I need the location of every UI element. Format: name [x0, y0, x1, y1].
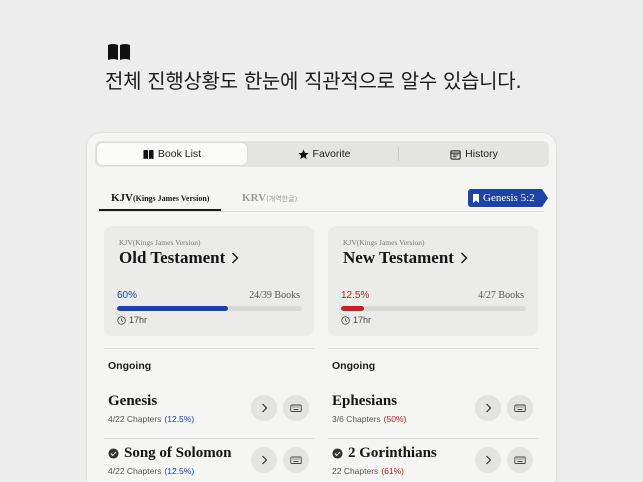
chapters-text: 3/6 Chapters: [332, 414, 381, 424]
card-version: KJV(Kings James Version): [119, 238, 201, 247]
books-count: 24/39 Books: [249, 290, 300, 301]
card-version: KJV(Kings James Version): [343, 238, 425, 247]
clock-icon: [341, 315, 350, 325]
type-mode-button[interactable]: [507, 447, 533, 473]
card-title: Old Testament: [119, 248, 239, 268]
chevron-right-icon: [486, 403, 492, 413]
keyboard-icon: [514, 456, 526, 464]
hero-caption: 전체 진행상황도 한눈에 직관적으로 알수 있습니다.: [105, 69, 522, 93]
tab-label: Book List: [157, 148, 202, 160]
duration-text: 17hr: [353, 315, 372, 325]
app-window: Book List Favorite History KJV(Kings Jam…: [87, 133, 556, 482]
ongoing-book-row[interactable]: Genesis 4/22 Chapters (12.5%): [104, 389, 314, 439]
ongoing-heading: Ongoing: [108, 360, 152, 372]
ongoing-heading: Ongoing: [332, 360, 376, 372]
open-book-button[interactable]: [475, 395, 501, 421]
duration-text: 17hr: [129, 315, 148, 325]
open-book-button[interactable]: [475, 447, 501, 473]
book-title-text: Song of Solomon: [124, 445, 232, 461]
chapters-percent: (50%): [383, 414, 407, 424]
book-title: Ephesians: [332, 393, 397, 410]
type-mode-button[interactable]: [283, 447, 309, 473]
type-mode-button[interactable]: [283, 395, 309, 421]
chevron-right-icon: [262, 455, 268, 465]
old-testament-card[interactable]: KJV(Kings James Version) Old Testament 6…: [104, 226, 314, 336]
version-tab-krv[interactable]: KRV(개역한글): [242, 192, 297, 204]
ongoing-book-row[interactable]: Ephesians 3/6 Chapters (50%): [328, 389, 538, 439]
card-title-text: Old Testament: [119, 248, 226, 267]
book-open-icon: [108, 44, 130, 60]
card-title-text: New Testament: [343, 248, 454, 267]
version-name: (Kings James Version): [133, 194, 210, 203]
type-mode-button[interactable]: [507, 395, 533, 421]
books-count: 4/27 Books: [478, 290, 524, 301]
view-segmented-control: Book List Favorite History: [95, 141, 549, 167]
book-chapters: 3/6 Chapters (50%): [332, 414, 406, 424]
reading-duration: 17hr: [117, 315, 147, 325]
book-chapters: 4/22 Chapters (12.5%): [108, 414, 194, 424]
progress-bar: [341, 306, 526, 311]
check-circle-icon: [332, 448, 343, 459]
version-name: (개역한글): [266, 195, 298, 203]
version-code: KRV: [242, 192, 267, 204]
book-chapters: 4/22 Chapters (12.5%): [108, 466, 194, 476]
chapters-percent: (12.5%): [164, 414, 195, 424]
chevron-right-icon: [232, 252, 239, 264]
bookmark-icon: [473, 193, 479, 203]
clock-icon: [117, 315, 126, 325]
chapters-percent: (61%): [381, 466, 404, 476]
book-title-text: 2 Gorinthians: [348, 445, 437, 461]
book-chapters: 22 Chapters (61%): [332, 466, 404, 476]
chapters-text: 4/22 Chapters: [108, 414, 162, 424]
version-tab-kjv[interactable]: KJV(Kings James Version): [99, 192, 222, 211]
ongoing-book-row[interactable]: Song of Solomon 4/22 Chapters (12.5%): [104, 441, 314, 482]
book-open-icon: [143, 149, 154, 159]
open-book-button[interactable]: [251, 447, 277, 473]
new-testament-card[interactable]: KJV(Kings James Version) New Testament 1…: [328, 226, 538, 336]
tab-history[interactable]: History: [399, 141, 549, 167]
reading-duration: 17hr: [341, 315, 371, 325]
tab-label: Favorite: [312, 148, 351, 160]
check-circle-icon: [108, 448, 119, 459]
keyboard-icon: [290, 404, 302, 412]
progress-bar-fill: [341, 306, 365, 311]
keyboard-icon: [514, 404, 526, 412]
progress-percent: 60%: [117, 290, 138, 301]
open-book-button[interactable]: [251, 395, 277, 421]
tab-favorite[interactable]: Favorite: [249, 141, 399, 167]
book-title-text: Ephesians: [332, 393, 398, 409]
progress-bar: [117, 306, 302, 311]
version-code: KJV: [111, 192, 133, 204]
star-icon: [297, 148, 309, 159]
book-title: 2 Gorinthians: [332, 445, 437, 462]
divider: [104, 348, 314, 349]
progress-percent: 12.5%: [341, 290, 370, 301]
keyboard-icon: [290, 456, 302, 464]
bookmark-label: Genesis 5:2: [483, 192, 535, 204]
chapters-text: 4/22 Chapters: [108, 466, 162, 476]
book-title: Genesis: [108, 393, 157, 410]
chapters-text: 22 Chapters: [332, 466, 379, 476]
progress-bar-fill: [117, 306, 228, 311]
card-title: New Testament: [343, 248, 468, 268]
chevron-right-icon: [486, 455, 492, 465]
book-title-text: Genesis: [108, 393, 158, 409]
chevron-right-icon: [262, 403, 268, 413]
bookmark-badge[interactable]: Genesis 5:2: [468, 189, 548, 207]
divider: [328, 348, 538, 349]
tab-book-list[interactable]: Book List: [97, 143, 247, 165]
ongoing-book-row[interactable]: 2 Gorinthians 22 Chapters (61%): [328, 441, 538, 482]
calendar-icon: [450, 149, 461, 160]
chevron-right-icon: [460, 252, 468, 264]
tab-label: History: [465, 148, 498, 160]
chapters-percent: (12.5%): [164, 466, 195, 476]
book-title: Song of Solomon: [108, 445, 232, 462]
